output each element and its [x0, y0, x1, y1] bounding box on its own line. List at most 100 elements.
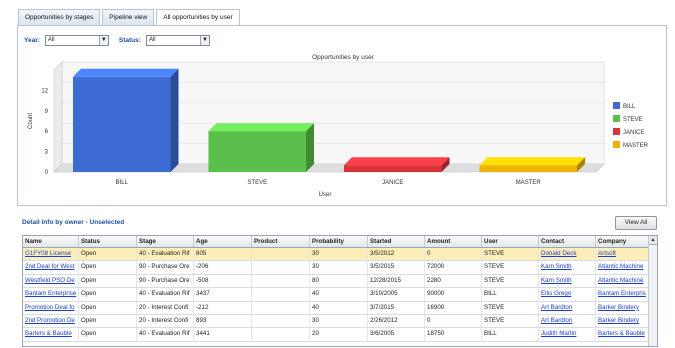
column-header-age[interactable]: Age	[194, 236, 252, 247]
table-cell[interactable]: Bantam Enterpris	[596, 288, 653, 301]
table-cell: 3/6/2005	[368, 328, 425, 341]
scroll-up-icon[interactable]: ▲	[649, 236, 657, 245]
table-cell: 3/10/2005	[368, 288, 425, 301]
column-header-amount[interactable]: Amount	[425, 236, 482, 247]
table-cell: Open	[79, 274, 137, 288]
table-cell: 80	[310, 274, 368, 288]
column-header-user[interactable]: User	[482, 236, 539, 247]
column-header-contact[interactable]: Contact	[539, 236, 596, 247]
table-cell: 3437	[194, 288, 252, 301]
chart-panel: Year: All ▼ Status: All ▼ Opportunities …	[17, 25, 667, 206]
table-cell[interactable]: Barker Bindery	[596, 301, 653, 314]
table-cell[interactable]: 2nd Deal for West	[23, 261, 79, 274]
table-cell[interactable]: Karn Smith	[539, 261, 596, 274]
table-row[interactable]: Barters & Bauble Open 40 - Evaluation Rif 3…	[23, 328, 657, 342]
table-cell: 90000	[425, 288, 482, 301]
bar-bill	[72, 76, 171, 172]
table-cell: STEVE	[482, 301, 539, 314]
table-cell[interactable]: G1FY08 License	[23, 248, 79, 261]
y-tick-label: 12	[41, 88, 48, 94]
detail-header: Detail info by owner - Unselected	[22, 219, 125, 226]
table-cell[interactable]: Barker Bindery	[596, 314, 653, 328]
bar-master	[479, 165, 578, 172]
table-cell[interactable]: Bantam Enterprise	[23, 288, 79, 301]
column-header-started[interactable]: Started	[368, 236, 425, 247]
table-row[interactable]: Bantam Enterprise Open 40 - Evaluation Rif…	[23, 288, 657, 302]
table-cell[interactable]: Westfield PSO De	[23, 274, 79, 288]
table-cell[interactable]: Karn Smith	[539, 274, 596, 288]
y-tick-label: 3	[45, 150, 49, 156]
table-cell[interactable]: Barters & Bauble	[596, 328, 653, 341]
table-cell[interactable]: Art Bardton	[539, 314, 596, 328]
table-cell	[252, 274, 310, 288]
column-header-company[interactable]: Company	[596, 236, 653, 247]
column-header-name[interactable]: Name	[23, 236, 79, 247]
table-cell: Open	[79, 301, 137, 314]
table-cell[interactable]: Atlantic Machine	[596, 261, 653, 274]
table-cell[interactable]: Art Bardton	[539, 301, 596, 314]
column-header-probability[interactable]: Probability	[310, 236, 368, 247]
table-cell	[252, 261, 310, 274]
table-cell	[252, 288, 310, 301]
bar-side-steve	[306, 123, 315, 172]
table-cell: 20 - Interest Confi	[137, 301, 194, 314]
table-cell: 20	[310, 328, 368, 341]
bar-chart: 0 3 6 9 12 Count BILL STEVE JANICE MASTER User BILL…	[28, 61, 649, 198]
table-header-row: Name Status Stage Age Product Probability Star…	[23, 236, 657, 248]
y-tick-label: 0	[45, 170, 49, 176]
bar-steve	[208, 131, 307, 172]
table-cell[interactable]: Judith Martin	[539, 328, 596, 341]
table-cell: 40 - Evaluation Rif	[137, 288, 194, 301]
bar-janice	[343, 165, 442, 172]
table-cell: 30	[310, 248, 368, 261]
table-cell: -212	[194, 301, 252, 314]
legend-label: MASTER	[623, 143, 649, 149]
column-header-stage[interactable]: Stage	[137, 236, 194, 247]
table-cell	[252, 301, 310, 314]
table-row[interactable]: 2nd Deal for West Open 90 - Purchase Ore -2…	[23, 261, 657, 275]
table-cell	[252, 328, 310, 341]
table-cell[interactable]: Atlantic Machine	[596, 274, 653, 288]
column-header-product[interactable]: Product	[252, 236, 310, 247]
table-row[interactable]: Westfield PSO De Open 90 - Purchase Ore -50…	[23, 274, 657, 289]
tab-strip: Opportunities by stages Pipeline view Al…	[18, 9, 242, 26]
table-cell: 0	[425, 314, 482, 328]
table-cell: 90 - Purchase Ore	[137, 274, 194, 288]
table-cell: Open	[79, 314, 137, 328]
table-cell[interactable]: Artsoft	[596, 248, 653, 261]
chart-side-wall	[53, 61, 63, 173]
table-row[interactable]: Promotion Deal fo Open 20 - Interest Confi…	[23, 301, 657, 315]
table-cell: 90 - Purchase Ore	[137, 261, 194, 274]
table-cell: 3/5/2012	[368, 248, 425, 261]
view-all-button[interactable]: View All	[615, 216, 657, 230]
table-scrollbar[interactable]: ▲	[648, 236, 657, 346]
tab-opportunities-by-stages[interactable]: Opportunities by stages	[18, 9, 101, 25]
table-cell: STEVE	[482, 261, 539, 274]
column-header-status[interactable]: Status	[79, 236, 137, 247]
table-cell: 893	[194, 314, 252, 328]
tab-all-opportunities-by-user[interactable]: All opportunities by user	[156, 9, 240, 26]
table-cell[interactable]: Promotion Deal fo	[23, 301, 79, 314]
x-tick-label: MASTER	[516, 180, 542, 186]
bar-side-bill	[170, 68, 179, 172]
table-cell[interactable]: Barters & Bauble	[23, 328, 79, 341]
table-cell[interactable]: Donald Deck	[539, 248, 596, 261]
table-cell[interactable]: 2nd Promotion De	[23, 314, 79, 328]
table-cell: 72000	[425, 261, 482, 274]
legend-swatch	[613, 115, 620, 122]
bar-top-janice	[343, 157, 450, 166]
table-cell: STEVE	[482, 248, 539, 261]
table-cell: 30	[310, 314, 368, 328]
bar-top-master	[479, 157, 586, 166]
tab-pipeline-view[interactable]: Pipeline view	[102, 9, 155, 25]
table-row[interactable]: 2nd Promotion De Open 20 - Interest Confi 8…	[23, 314, 657, 329]
table-cell[interactable]: Ellis Grego	[539, 288, 596, 301]
x-axis-label: User	[319, 192, 332, 198]
legend-label: BILL	[623, 104, 636, 110]
legend-swatch	[613, 102, 620, 109]
table-cell: 2/26/2012	[368, 314, 425, 328]
table-cell: BILL	[482, 288, 539, 301]
table-row[interactable]: G1FY08 License Open 40 - Evaluation Rif 805…	[23, 248, 657, 262]
table-cell: 40	[310, 288, 368, 301]
table-cell: 805	[194, 248, 252, 261]
